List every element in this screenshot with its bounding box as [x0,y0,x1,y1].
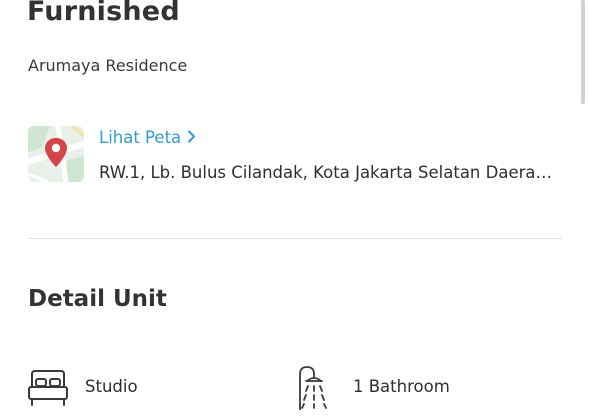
bed-icon [27,368,69,412]
shower-icon [294,364,338,414]
view-map-link[interactable]: Lihat Peta [99,128,196,147]
detail-unit-heading: Detail Unit [28,286,167,312]
section-divider [28,238,562,239]
bathroom-count-label: 1 Bathroom [353,377,450,396]
listing-title: Furnished [27,0,180,27]
map-thumbnail[interactable] [28,126,84,182]
property-name: Arumaya Residence [28,56,188,75]
bedroom-type-label: Studio [85,377,138,396]
property-address: RW.1, Lb. Bulus Cilandak, Kota Jakarta S… [99,163,553,182]
view-map-link-label: Lihat Peta [99,128,182,147]
chevron-right-icon [187,128,196,147]
map-pin-icon [28,126,84,182]
scrollbar[interactable] [581,0,585,104]
listing-detail-page: Furnished Arumaya Residence Lihat Peta R… [0,0,590,420]
